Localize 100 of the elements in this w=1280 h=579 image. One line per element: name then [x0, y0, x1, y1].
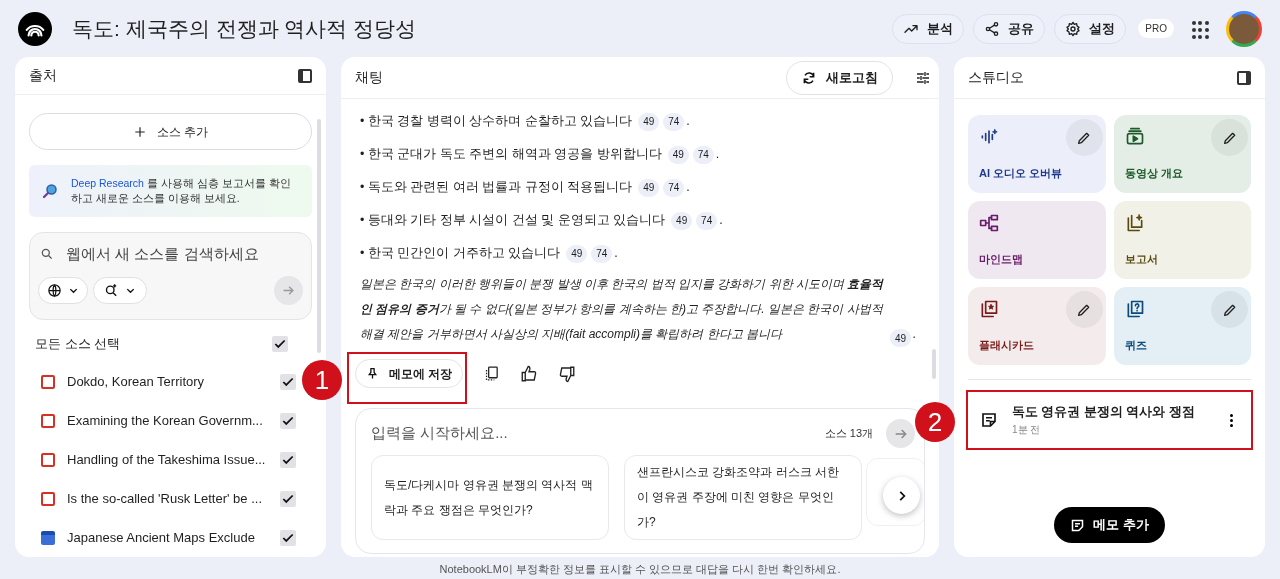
- select-all-label: 모든 소스 선택: [35, 335, 122, 354]
- citation-chip[interactable]: 74: [663, 178, 685, 197]
- edit-button[interactable]: [1065, 291, 1103, 328]
- source-item[interactable]: Examining the Korean Governm...: [29, 401, 296, 440]
- bullet-text: • 독도와 관련된 여러 법률과 규정이 적용됩니다: [360, 179, 633, 197]
- pdf-icon: [41, 491, 55, 506]
- citation-chip[interactable]: 49: [638, 112, 660, 131]
- note-item[interactable]: 독도 영유권 분쟁의 역사와 쟁점 1분 전: [966, 390, 1253, 450]
- document-icon: [41, 530, 55, 545]
- citation-chip[interactable]: 74: [591, 244, 613, 263]
- more-options-icon[interactable]: [1230, 413, 1233, 427]
- header-action-button[interactable]: 설정: [1054, 13, 1127, 44]
- note-title: 독도 영유권 분쟁의 역사와 쟁점: [1012, 404, 1196, 422]
- source-item[interactable]: Japanese Ancient Maps Exclude: [29, 518, 296, 557]
- banner-text: Deep Research 를 사용해 심층 보고서를 확인하고 새로운 소스를 이용해 보세요.: [71, 176, 292, 206]
- checkbox[interactable]: [280, 412, 296, 429]
- citation-chip[interactable]: 74: [663, 112, 685, 131]
- tile-label: 보고서: [1124, 251, 1159, 267]
- citation-chip[interactable]: 49: [638, 178, 660, 197]
- research-mode-dropdown[interactable]: [93, 276, 147, 304]
- panel-title: 출처: [29, 66, 58, 85]
- tile-label: 퀴즈: [1124, 337, 1148, 353]
- pdf-icon: [41, 413, 55, 428]
- note-icon: [980, 411, 998, 429]
- tile-label: 마인드맵: [979, 251, 1024, 267]
- checkbox[interactable]: [280, 490, 296, 507]
- source-count: 소스 13개: [824, 426, 873, 442]
- panel-title: 채팅: [355, 68, 384, 87]
- search-field[interactable]: 웹에서 새 소스를 검색하세요: [66, 243, 301, 266]
- search-icon: [40, 247, 54, 262]
- plus-icon: [132, 124, 147, 139]
- note-time: 1분 전: [1012, 422, 1042, 437]
- send-button[interactable]: [886, 419, 915, 448]
- punctuation: .: [719, 212, 723, 230]
- citation-chip[interactable]: 49: [566, 244, 588, 263]
- header-action-button[interactable]: 공유: [973, 13, 1046, 44]
- notebook-title[interactable]: 독도: 제국주의 전쟁과 역사적 정당성: [72, 12, 884, 45]
- citation-chip[interactable]: 74: [692, 145, 714, 164]
- logo-icon[interactable]: [18, 11, 52, 46]
- sidebar-toggle-icon[interactable]: [1237, 70, 1251, 85]
- pro-badge: PRO: [1138, 19, 1174, 38]
- citation-chip[interactable]: 74: [696, 211, 718, 230]
- pin-icon: [366, 367, 379, 380]
- suggestion-chip[interactable]: 독도/다케시마 영유권 분쟁의 역사적 맥락과 주요 쟁점은 무엇인가?: [371, 455, 609, 540]
- callout-number: 2: [915, 402, 955, 442]
- checkbox[interactable]: [280, 373, 296, 390]
- scrollbar-thumb[interactable]: [932, 349, 936, 379]
- studio-tile[interactable]: AI 오디오 오버뷰: [968, 115, 1106, 193]
- settings-icon: [1065, 20, 1082, 37]
- punctuation: .: [686, 179, 690, 197]
- tile-label: 동영상 개요: [1124, 165, 1184, 181]
- checkbox[interactable]: [280, 451, 296, 468]
- note-icon: [1070, 517, 1086, 533]
- share-icon: [984, 20, 1001, 37]
- studio-tile[interactable]: 보고서: [1113, 201, 1251, 279]
- flashcard-icon: [979, 299, 999, 319]
- sidebar-toggle-icon[interactable]: [298, 68, 312, 83]
- studio-tile[interactable]: 동영상 개요: [1113, 115, 1251, 193]
- pdf-icon: [41, 374, 55, 389]
- bullet-text: • 한국 민간인이 거주하고 있습니다: [360, 245, 561, 263]
- edit-button[interactable]: [1211, 119, 1248, 156]
- edit-button[interactable]: [1065, 119, 1103, 156]
- pdf-icon: [41, 452, 55, 467]
- source-item[interactable]: Handling of the Takeshima Issue...: [29, 440, 296, 479]
- punctuation: .: [686, 113, 690, 131]
- citation-chip[interactable]: 49: [667, 145, 689, 164]
- chat-input-field[interactable]: 입력을 시작하세요...: [371, 422, 825, 445]
- web-filter-dropdown[interactable]: [38, 276, 88, 304]
- magnifier-icon: [41, 182, 59, 200]
- mindmap-icon: [979, 213, 999, 233]
- citation-chip[interactable]: 49: [671, 211, 693, 230]
- avatar[interactable]: [1226, 10, 1262, 47]
- source-item[interactable]: Is the so-called 'Rusk Letter' be ...: [29, 479, 296, 518]
- tile-label: 플래시카드: [979, 337, 1035, 353]
- studio-tile[interactable]: 마인드맵: [968, 201, 1106, 279]
- tune-icon[interactable]: [915, 69, 931, 86]
- punctuation: .: [614, 245, 618, 263]
- thumbs-down-icon[interactable]: [558, 364, 577, 383]
- punctuation: .: [913, 326, 917, 343]
- edit-button[interactable]: [1211, 291, 1248, 328]
- thumbs-up-icon[interactable]: [520, 364, 539, 383]
- bullet-text: • 한국 경찰 병력이 상수하며 순찰하고 있습니다: [360, 113, 633, 131]
- copy-icon[interactable]: [483, 365, 501, 382]
- source-item[interactable]: Dokdo, Korean Territory: [29, 362, 296, 401]
- deep-research-banner[interactable]: Deep Research 를 사용해 심층 보고서를 확인하고 새로운 소스를 이용해 보세요.: [29, 165, 312, 217]
- scrollbar-thumb[interactable]: [317, 119, 321, 353]
- answer-paragraph: 일본은 한국의 이러한 행위들이 분쟁 발생 이후 한국의 법적 입지를 강화하기 위한 시도이며 효율적인 점유의 증거가 될 수 없다(일본 정부가 항의를 계속하는 한)고 주장합니다. 일본은 한국이 사법적 해결 제안을 거부하면서 사실상의 지배(fait accompli)를 확립하려 한다고 봅니다: [360, 276, 885, 343]
- checkbox[interactable]: [272, 336, 288, 352]
- header-action-button[interactable]: 분석: [892, 13, 965, 44]
- checkbox[interactable]: [280, 529, 296, 546]
- panel-title: 스튜디오: [968, 68, 1025, 87]
- citation-chip[interactable]: 49: [890, 329, 911, 347]
- apps-grid-icon[interactable]: [1192, 20, 1208, 37]
- add-note-button[interactable]: 메모 추가: [1054, 507, 1165, 543]
- bullet-text: • 한국 군대가 독도 주변의 해역과 영공을 방위합니다: [360, 146, 662, 164]
- punctuation: .: [715, 146, 720, 164]
- studio-tile[interactable]: 퀴즈: [1113, 287, 1251, 365]
- bullet-text: • 등대와 기타 정부 시설이 건설 및 운영되고 있습니다: [360, 212, 666, 230]
- suggestion-chip[interactable]: 샌프란시스코 강화조약과 러스크 서한이 영유권 주장에 미친 영향은 무엇인가?: [624, 455, 862, 540]
- studio-tile[interactable]: 플래시카드: [968, 287, 1106, 365]
